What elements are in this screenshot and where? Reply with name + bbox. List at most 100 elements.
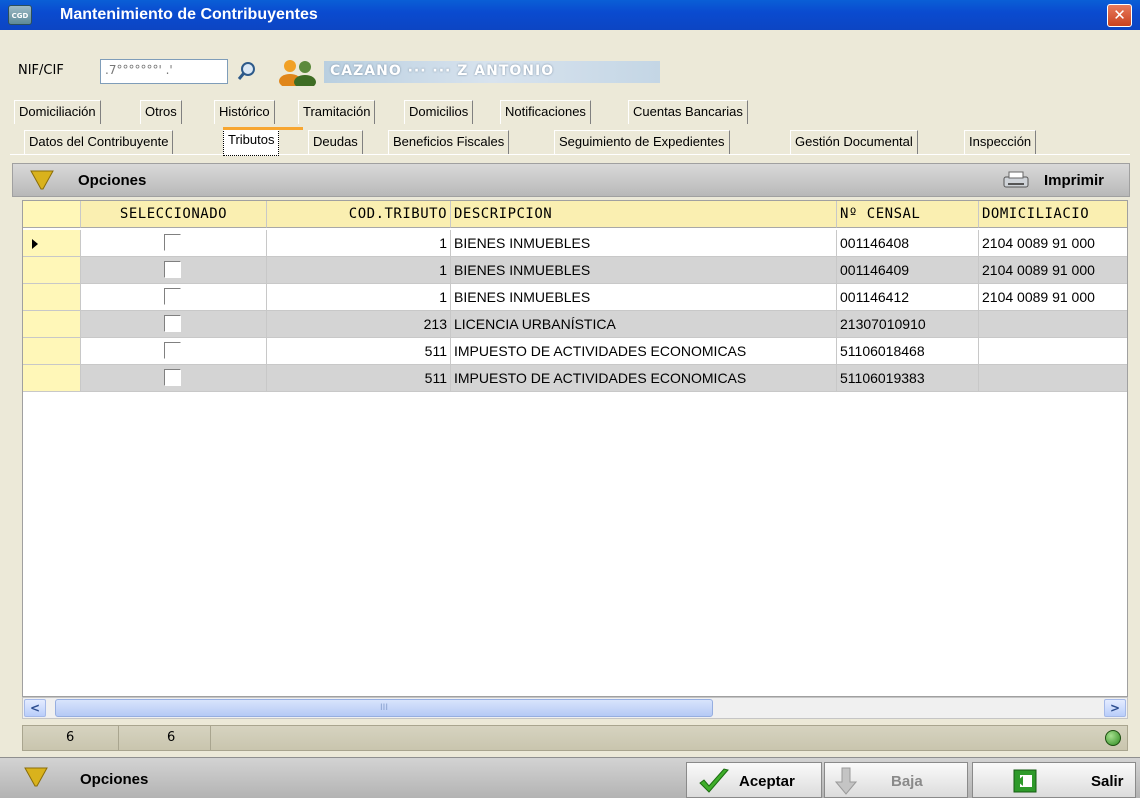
exit-button[interactable]: Salir (972, 762, 1136, 798)
cod-tributo-cell: 511 (267, 365, 451, 392)
censal-cell: 001146412 (837, 284, 979, 311)
search-icon[interactable] (236, 60, 258, 82)
row-checkbox[interactable] (164, 315, 181, 332)
delete-button[interactable]: Baja (824, 762, 968, 798)
header-seleccionado[interactable]: SELECCIONADO (81, 201, 267, 228)
row-indicator (23, 284, 81, 311)
bottom-options-button[interactable]: Opciones (80, 771, 148, 788)
table-row[interactable]: 511 IMPUESTO DE ACTIVIDADES ECONOMICAS 5… (23, 365, 1127, 392)
seleccionado-cell (81, 338, 267, 365)
header-descripcion[interactable]: DESCRIPCION (451, 201, 837, 228)
cod-tributo-cell: 1 (267, 257, 451, 284)
exit-label: Salir (1091, 773, 1124, 790)
close-button[interactable]: ✕ (1107, 4, 1132, 27)
tab-otros[interactable]: Otros (140, 100, 182, 124)
domiciliacion-cell: 2104 0089 91 000 (979, 257, 1127, 284)
row-indicator (23, 230, 81, 257)
tab-beneficios-fiscales[interactable]: Beneficios Fiscales (388, 130, 510, 154)
current-row-arrow-icon (32, 239, 38, 249)
tab-tramitacion[interactable]: Tramitación (298, 100, 376, 124)
row-indicator (23, 338, 81, 365)
print-button[interactable]: Imprimir (1044, 172, 1104, 189)
record-count: 6 (23, 726, 119, 750)
bottom-toolbar (0, 757, 1140, 798)
cod-tributo-cell: 213 (267, 311, 451, 338)
total-count: 6 (119, 726, 211, 750)
descripcion-cell: IMPUESTO DE ACTIVIDADES ECONOMICAS (451, 338, 837, 365)
table-row[interactable]: 1 BIENES INMUEBLES 001146409 2104 0089 9… (23, 257, 1127, 284)
scroll-right-button[interactable]: > (1104, 699, 1126, 717)
tab-deudas[interactable]: Deudas (308, 130, 363, 154)
checkmark-icon (699, 768, 729, 793)
contributor-people-icon (276, 58, 320, 89)
tab-tributos[interactable]: Tributos (223, 128, 280, 156)
printer-icon[interactable] (1002, 171, 1032, 189)
tab-inspeccion[interactable]: Inspección (964, 130, 1037, 154)
tab-historico[interactable]: Histórico (214, 100, 275, 124)
header-censal[interactable]: Nº CENSAL (837, 201, 979, 228)
censal-cell: 001146408 (837, 230, 979, 257)
app-icon: CGD (8, 5, 32, 25)
accept-button[interactable]: Aceptar (686, 762, 822, 798)
table-row[interactable]: 213 LICENCIA URBANÍSTICA 21307010910 (23, 311, 1127, 338)
cod-tributo-cell: 511 (267, 338, 451, 365)
contributor-name: CAZANO ··· ··· Z ANTONIO (324, 61, 660, 83)
arrow-down-icon (835, 767, 857, 795)
delete-label: Baja (891, 773, 923, 790)
descripcion-cell: IMPUESTO DE ACTIVIDADES ECONOMICAS (451, 365, 837, 392)
seleccionado-cell (81, 365, 267, 392)
domiciliacion-cell: 2104 0089 91 000 (979, 230, 1127, 257)
window-title: Mantenimiento de Contribuyentes (60, 6, 318, 23)
exit-icon (1013, 769, 1037, 793)
cod-tributo-cell: 1 (267, 230, 451, 257)
funnel-icon[interactable] (24, 766, 48, 788)
tributos-table: SELECCIONADO COD.TRIBUTO DESCRIPCION Nº … (22, 200, 1128, 697)
scroll-thumb[interactable]: III (55, 699, 713, 717)
table-header-row: SELECCIONADO COD.TRIBUTO DESCRIPCION Nº … (23, 201, 1127, 228)
row-checkbox[interactable] (164, 369, 181, 386)
descripcion-cell: BIENES INMUEBLES (451, 284, 837, 311)
seleccionado-cell (81, 311, 267, 338)
scroll-left-button[interactable]: < (24, 699, 46, 717)
active-tab-indicator (223, 127, 303, 130)
table-row[interactable]: 1 BIENES INMUEBLES 001146412 2104 0089 9… (23, 284, 1127, 311)
censal-cell: 51106018468 (837, 338, 979, 365)
censal-cell: 21307010910 (837, 311, 979, 338)
options-toolbar (12, 163, 1130, 197)
options-menu-button[interactable]: Opciones (78, 172, 146, 189)
tab-domicilios[interactable]: Domicilios (404, 100, 474, 124)
nif-input[interactable]: .7°°°°°°°' .' (100, 59, 228, 84)
status-bar: 6 6 (22, 725, 1128, 751)
domiciliacion-cell (979, 311, 1127, 338)
nif-label: NIF/CIF (18, 63, 64, 78)
tab-domiciliacion[interactable]: Domiciliación (14, 100, 101, 124)
header-domiciliacion[interactable]: DOMICILIACIO (979, 201, 1127, 228)
tab-cuentas-bancarias[interactable]: Cuentas Bancarias (628, 100, 748, 124)
seleccionado-cell (81, 230, 267, 257)
descripcion-cell: BIENES INMUEBLES (451, 257, 837, 284)
tab-gestion-documental[interactable]: Gestión Documental (790, 130, 918, 154)
tab-datos-contribuyente[interactable]: Datos del Contribuyente (24, 130, 174, 154)
row-checkbox[interactable] (164, 342, 181, 359)
row-checkbox[interactable] (164, 288, 181, 305)
accept-label: Aceptar (739, 773, 795, 790)
funnel-icon[interactable] (30, 169, 54, 191)
table-row[interactable]: 511 IMPUESTO DE ACTIVIDADES ECONOMICAS 5… (23, 338, 1127, 365)
tab-divider (10, 154, 1130, 155)
domiciliacion-cell (979, 338, 1127, 365)
title-bar: CGD Mantenimiento de Contribuyentes ✕ (0, 0, 1140, 30)
tab-seguimiento-expedientes[interactable]: Seguimiento de Expedientes (554, 130, 730, 154)
row-checkbox[interactable] (164, 261, 181, 278)
row-indicator (23, 311, 81, 338)
header-cod-tributo[interactable]: COD.TRIBUTO (267, 201, 451, 228)
seleccionado-cell (81, 257, 267, 284)
descripcion-cell: LICENCIA URBANÍSTICA (451, 311, 837, 338)
table-row[interactable]: 1 BIENES INMUEBLES 001146408 2104 0089 9… (23, 230, 1127, 257)
row-indicator (23, 257, 81, 284)
cod-tributo-cell: 1 (267, 284, 451, 311)
tab-notificaciones[interactable]: Notificaciones (500, 100, 591, 124)
row-checkbox[interactable] (164, 234, 181, 251)
censal-cell: 51106019383 (837, 365, 979, 392)
row-indicator-header (23, 201, 81, 228)
horizontal-scrollbar[interactable]: < III > (22, 697, 1128, 719)
